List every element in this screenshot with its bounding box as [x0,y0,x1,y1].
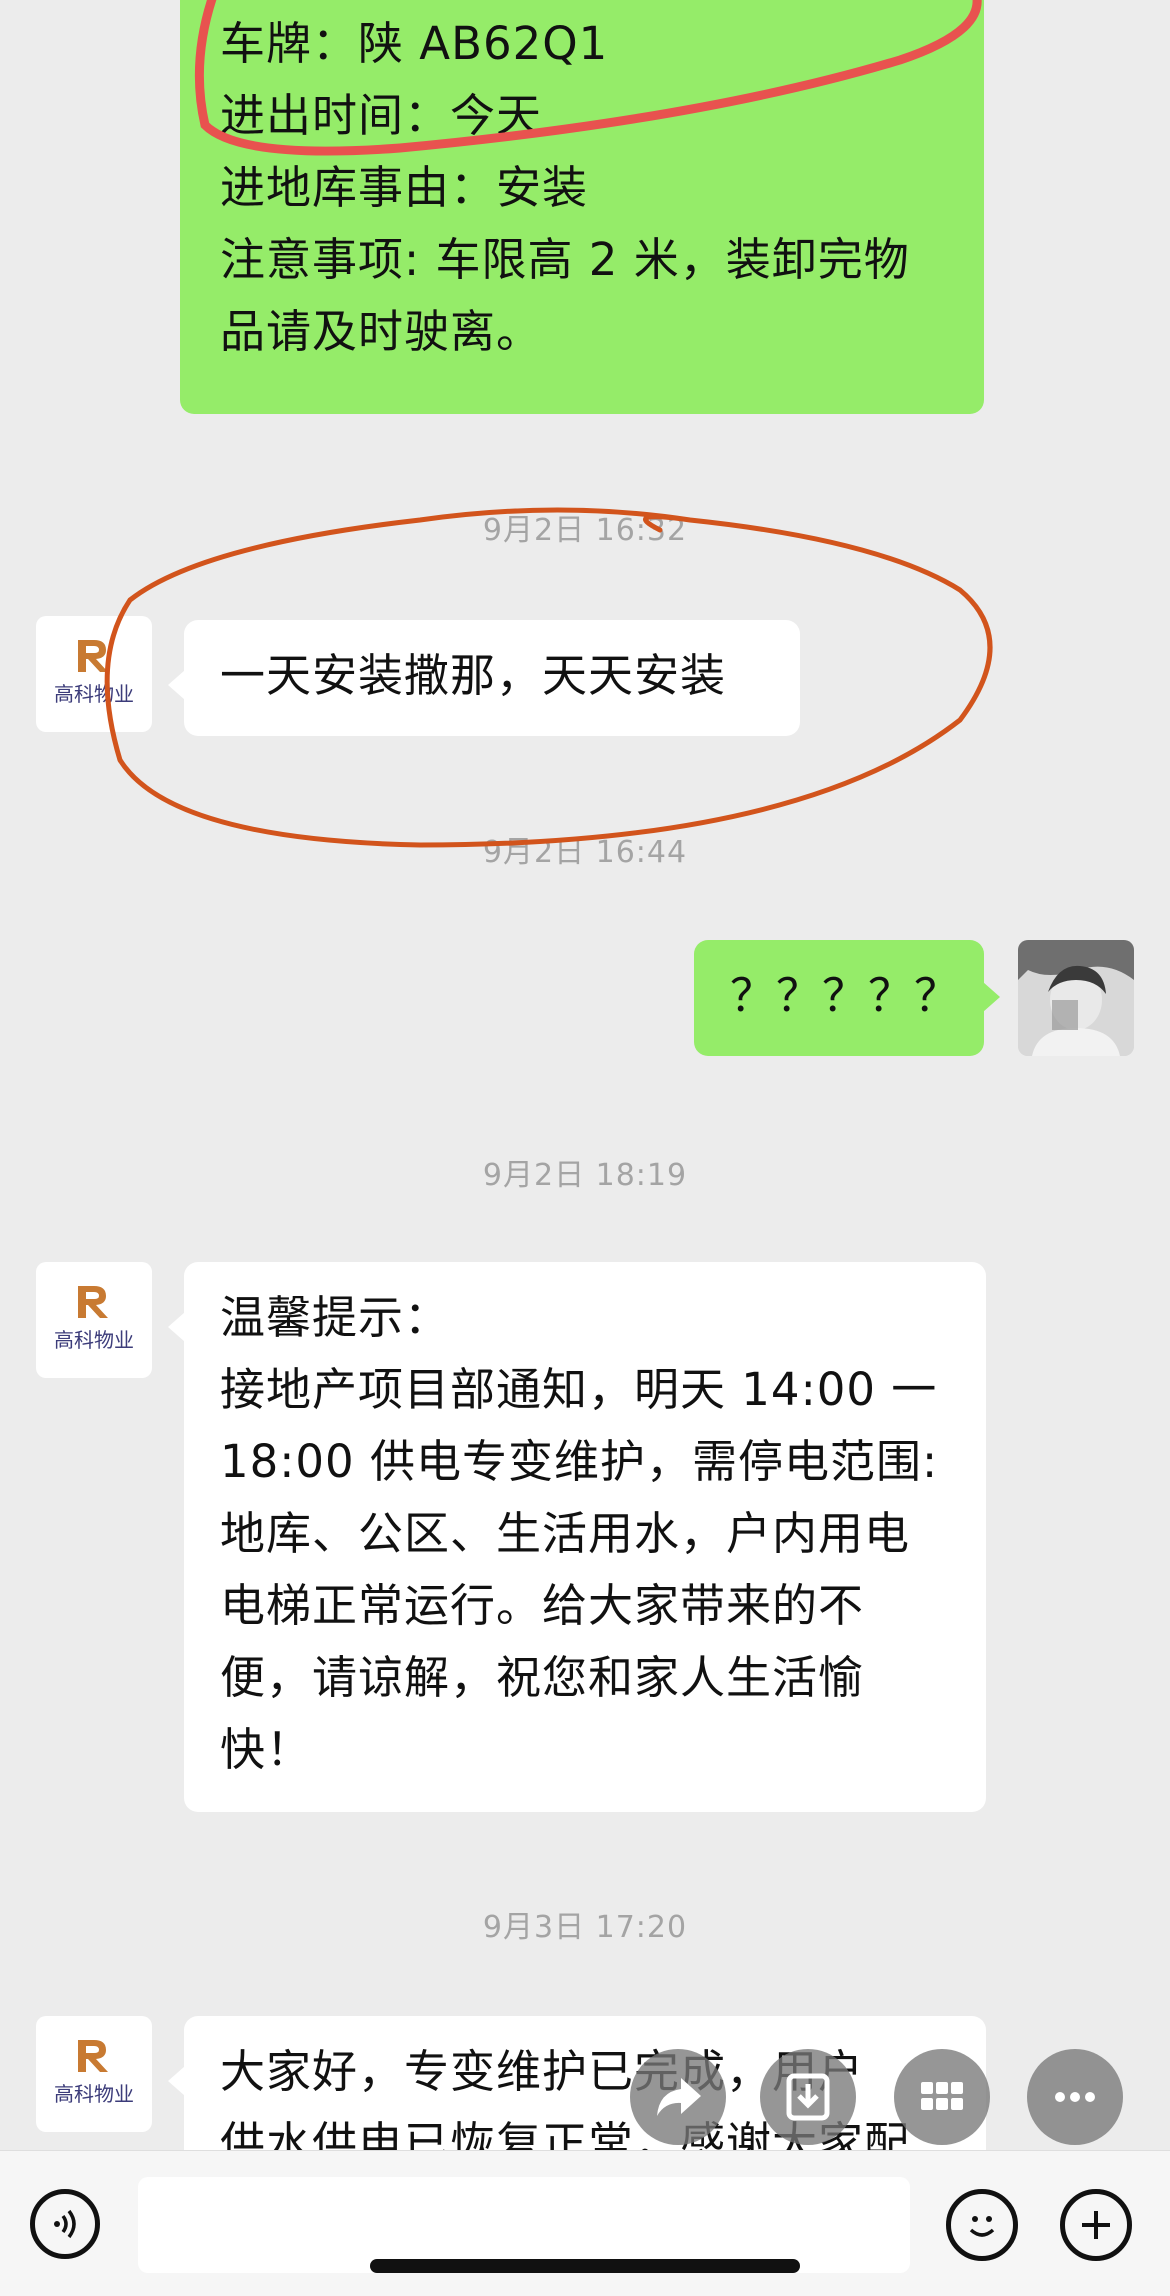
avatar-text: 高科物业 [54,682,134,706]
more-apps-button[interactable] [894,2049,990,2145]
property-avatar[interactable]: 高科物业 [36,1262,152,1378]
user-avatar[interactable] [1018,940,1134,1056]
emoji-button[interactable] [946,2189,1018,2261]
timestamp: 9月2日 18:19 [482,1158,688,1193]
more-icon [1055,2092,1095,2102]
avatar-text: 高科物业 [54,2082,134,2106]
property-logo-icon [78,640,108,672]
voice-button[interactable] [30,2189,100,2259]
timestamp: 9月3日 17:20 [482,1910,688,1945]
message-line: 地库、公区、生活用水，户内用电 [220,1507,911,1560]
forward-button[interactable] [630,2049,726,2145]
timestamp: 9月2日 16:32 [482,513,688,548]
message-line: 便，请谅解，祝您和家人生活愉 [220,1651,865,1704]
save-icon [786,2073,830,2121]
message-line: 进出时间：今天 [220,89,543,142]
message-line: 18:00 供电专变维护，需停电范围: [220,1435,939,1488]
message-line: 电梯正常运行。给大家带来的不 [220,1579,865,1632]
message-line: 进地库事由：安装 [220,161,589,214]
message-line: 车牌：陕 AB62Q1 [220,17,609,70]
my-message-bubble[interactable]: 车牌：陕 AB62Q1 进出时间：今天 进地库事由：安装 注意事项: 车限高 2… [180,0,984,414]
property-message-bubble[interactable]: 一天安装撒那，天天安装 [168,620,800,736]
voice-icon [54,2209,76,2239]
property-avatar[interactable]: 高科物业 [36,616,152,732]
message-line: 品请及时驶离。 [220,305,543,358]
property-message-bubble[interactable]: 温馨提示： 接地产项目部通知，明天 14:00 一 18:00 供电专变维护，需… [168,1262,986,1812]
my-message-bubble[interactable]: ？？？？？ [694,940,1000,1056]
avatar-text: 高科物业 [54,1328,134,1352]
input-bar [0,2150,1170,2296]
message-line: 注意事项: 车限高 2 米，装卸完物 [220,233,910,286]
message-line: 接地产项目部通知，明天 14:00 一 [220,1363,938,1416]
more-button[interactable] [1027,2049,1123,2145]
user-photo-icon [1018,940,1134,1056]
message-line: 快！ [220,1723,313,1776]
more-apps-icon [921,2082,963,2110]
more-functions-button[interactable] [1060,2189,1132,2261]
forward-icon [657,2078,701,2116]
property-logo-icon [78,1286,108,1318]
plus-icon [1082,2211,1110,2239]
property-message-bubble[interactable]: 大家好，专变维护已完成，用户 供水供电已恢复正常，感谢大家配 [168,2016,986,2150]
message-line: ？？？？？ [730,969,961,1022]
emoji-icon [969,2216,995,2237]
property-logo-icon [78,2040,108,2072]
message-line: 一天安装撒那，天天安装 [220,649,727,702]
message-line: 温馨提示： [220,1291,451,1344]
property-avatar[interactable]: 高科物业 [36,2016,152,2132]
save-button[interactable] [760,2049,856,2145]
timestamp: 9月2日 16:44 [482,835,688,870]
chat-area: 车牌：陕 AB62Q1 进出时间：今天 进地库事由：安装 注意事项: 车限高 2… [0,0,1170,2150]
home-indicator [370,2259,800,2273]
